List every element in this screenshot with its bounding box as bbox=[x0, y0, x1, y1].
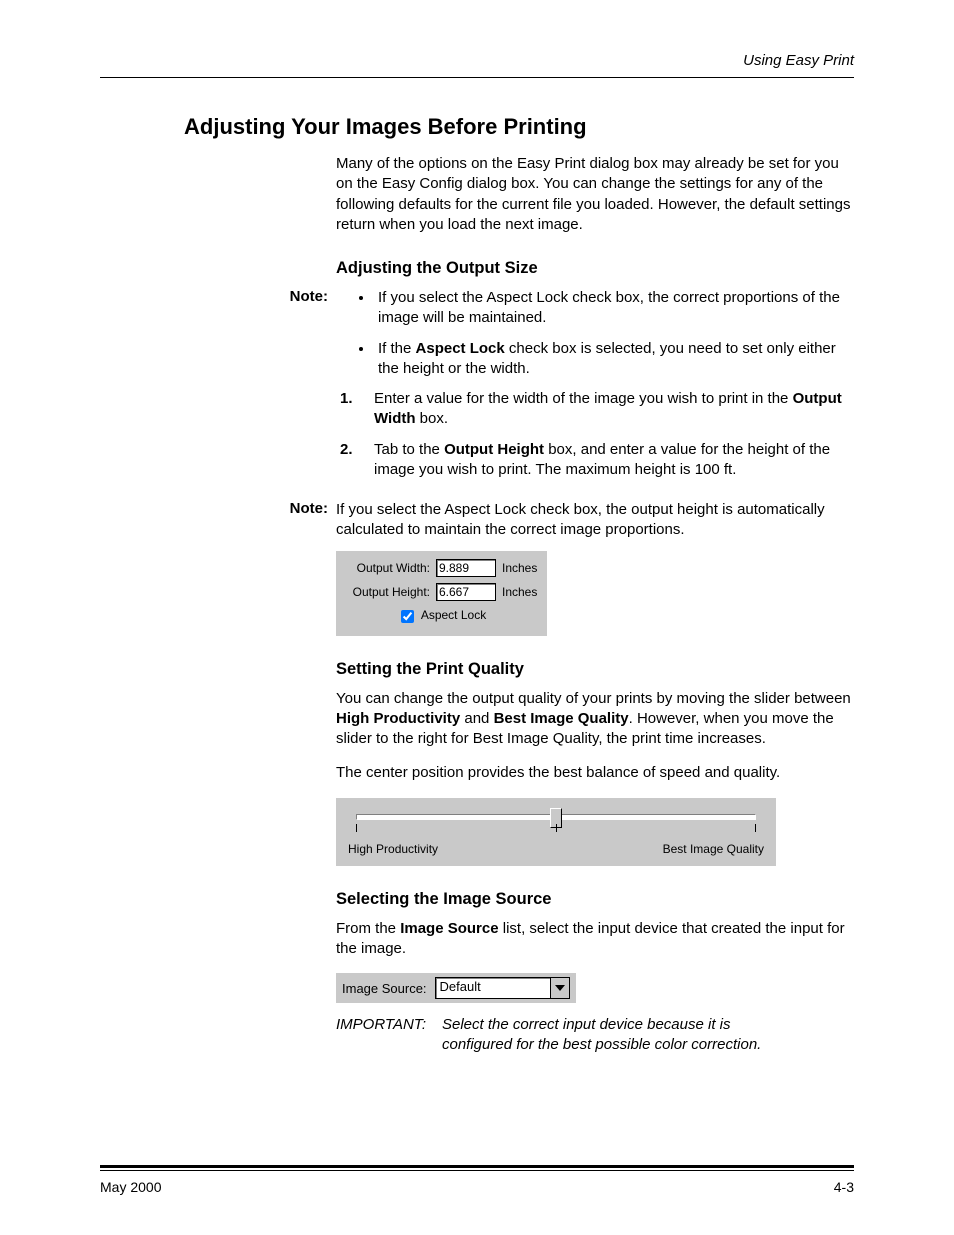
heading-print-quality: Setting the Print Quality bbox=[336, 660, 854, 679]
image-source-value: Default bbox=[436, 978, 550, 998]
page-title: Adjusting Your Images Before Printing bbox=[184, 114, 854, 140]
source-paragraph: From the Image Source list, select the i… bbox=[336, 919, 854, 960]
step-2: Tab to the Output Height box, and enter … bbox=[336, 440, 854, 481]
important-body: Select the correct input device because … bbox=[442, 1015, 762, 1056]
bullet-aspect-lock: If the Aspect Lock check box is selected… bbox=[374, 339, 854, 380]
slider-label-left: High Productivity bbox=[348, 842, 438, 856]
note-body-2: If you select the Aspect Lock check box,… bbox=[336, 500, 854, 541]
output-height-row: Output Height: Inches bbox=[346, 583, 537, 601]
note-body: If you select the Aspect Lock check box,… bbox=[336, 288, 854, 490]
aspect-lock-checkbox[interactable] bbox=[401, 610, 414, 623]
bullet-aspect-proportions: If you select the Aspect Lock check box,… bbox=[374, 288, 854, 329]
aspect-lock-row: Aspect Lock bbox=[346, 607, 537, 626]
intro-paragraph: Many of the options on the Easy Print di… bbox=[336, 154, 854, 235]
quality-paragraph-2: The center position provides the best ba… bbox=[336, 763, 854, 783]
heading-image-source: Selecting the Image Source bbox=[336, 890, 854, 909]
footer: May 2000 4-3 bbox=[100, 1165, 854, 1195]
slider-tick-right bbox=[755, 824, 756, 832]
image-source-panel: Image Source: Default bbox=[336, 973, 576, 1003]
page: Using Easy Print Adjusting Your Images B… bbox=[0, 0, 954, 1235]
important-label: IMPORTANT: bbox=[336, 1015, 426, 1056]
aspect-lock-label: Aspect Lock bbox=[421, 608, 486, 622]
quality-slider-panel: High Productivity Best Image Quality bbox=[336, 798, 776, 866]
output-size-panel: Output Width: Inches Output Height: Inch… bbox=[336, 551, 547, 636]
important-note: IMPORTANT: Select the correct input devi… bbox=[336, 1015, 854, 1056]
output-width-input[interactable] bbox=[436, 559, 496, 577]
heading-output-size: Adjusting the Output Size bbox=[336, 259, 854, 278]
step-1: Enter a value for the width of the image… bbox=[336, 389, 854, 430]
aspect-lock-control[interactable]: Aspect Lock bbox=[397, 608, 486, 622]
note-label: Note: bbox=[184, 288, 336, 305]
image-source-label: Image Source: bbox=[342, 981, 427, 996]
output-width-unit: Inches bbox=[502, 561, 537, 575]
output-width-row: Output Width: Inches bbox=[346, 559, 537, 577]
dropdown-button[interactable] bbox=[550, 978, 569, 998]
running-head: Using Easy Print bbox=[100, 52, 854, 69]
note-row-2: Note: If you select the Aspect Lock chec… bbox=[184, 500, 854, 541]
output-width-label: Output Width: bbox=[346, 561, 430, 575]
slider-label-right: Best Image Quality bbox=[663, 842, 764, 856]
footer-page-number: 4-3 bbox=[834, 1179, 854, 1195]
note-row-1: Note: If you select the Aspect Lock chec… bbox=[184, 288, 854, 490]
image-source-dropdown[interactable]: Default bbox=[435, 977, 570, 999]
output-height-input[interactable] bbox=[436, 583, 496, 601]
quality-slider[interactable] bbox=[356, 808, 756, 836]
output-height-unit: Inches bbox=[502, 585, 537, 599]
slider-tick-center bbox=[556, 824, 557, 832]
chevron-down-icon bbox=[555, 985, 565, 991]
quality-paragraph-1: You can change the output quality of you… bbox=[336, 689, 854, 750]
slider-tick-left bbox=[356, 824, 357, 832]
footer-date: May 2000 bbox=[100, 1179, 161, 1195]
footer-rule-thick bbox=[100, 1165, 854, 1168]
note-label-2: Note: bbox=[184, 500, 336, 517]
content-area: Adjusting Your Images Before Printing Ma… bbox=[100, 78, 854, 1165]
output-height-label: Output Height: bbox=[346, 585, 430, 599]
